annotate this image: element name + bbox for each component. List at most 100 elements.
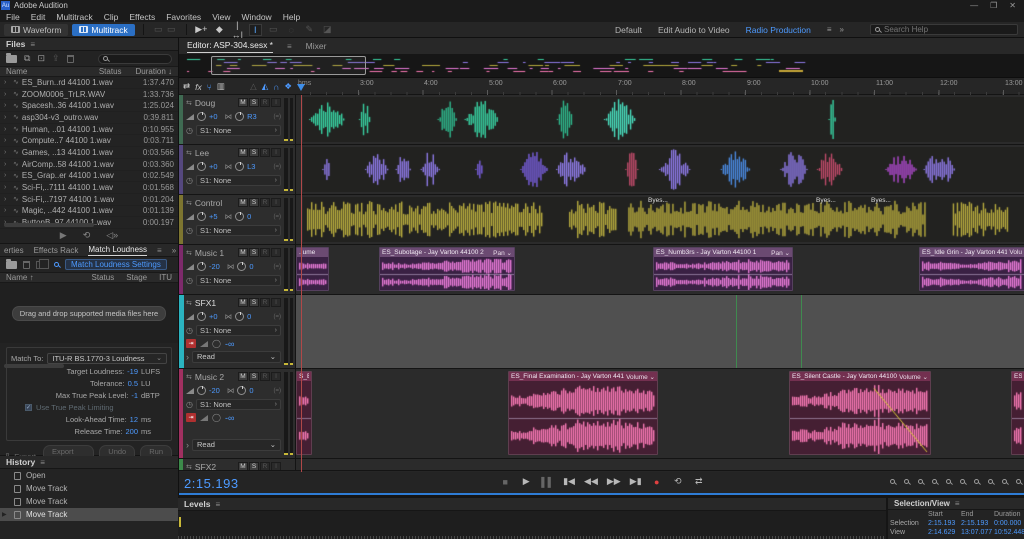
pan-knob[interactable] <box>235 162 244 171</box>
workspace-menu-icon[interactable]: ≡ <box>827 25 832 34</box>
track-i-button[interactable]: I <box>271 298 281 307</box>
rewind-button[interactable]: ◀◀ <box>584 476 598 487</box>
workspace-overflow-icon[interactable]: » <box>840 25 844 34</box>
track-r-button[interactable]: R <box>260 462 270 470</box>
track-i-button[interactable]: I <box>271 148 281 157</box>
clip-envelope-dropdown[interactable]: Volume ⌄ <box>899 373 928 381</box>
preview-play-icon[interactable]: ▶ <box>60 230 67 241</box>
pan-knob[interactable] <box>235 112 244 121</box>
volume-knob[interactable] <box>197 386 206 395</box>
levels-panel-menu-icon[interactable]: ≡ <box>215 500 220 509</box>
volume-knob[interactable] <box>197 112 206 121</box>
audio-clip[interactable]: ES_S.. <box>1011 371 1024 455</box>
ml-drop-zone[interactable]: Drag and drop supported media files here <box>0 283 178 343</box>
sv-end[interactable]: 13:07.077 <box>961 529 994 536</box>
zoom-full-icon[interactable] <box>1016 479 1021 484</box>
session-overview[interactable] <box>179 55 1024 78</box>
track-m-button[interactable]: M <box>238 462 248 470</box>
file-row[interactable]: ›∿Games, ..13 44100 1.wav0:03.566 <box>0 147 178 159</box>
track-s-button[interactable]: S <box>249 248 259 257</box>
expander-icon[interactable]: › <box>186 352 189 362</box>
ml-remove-icon[interactable] <box>23 261 30 269</box>
sv-duration[interactable]: 10:52.448 <box>994 529 1024 536</box>
expand-icon[interactable]: › <box>4 126 10 133</box>
open-file-icon[interactable] <box>6 55 17 63</box>
workspace-edit-audio-to-video[interactable]: Edit Audio to Video <box>658 25 730 35</box>
time-display[interactable]: 2:15.193 <box>184 476 239 491</box>
timeline-ruler[interactable]: 3:004:005:006:007:008:009:0010:0011:0012… <box>296 78 1024 95</box>
track-routing-icon[interactable]: ⑂ <box>207 82 212 92</box>
crossfade-icon[interactable]: ⇄ <box>183 81 190 92</box>
match-loudness-settings-button[interactable]: Match Loudness Settings <box>65 259 167 270</box>
audio-clip[interactable]: ES_Silent Castle - Jay Varton 44100 2Vol… <box>789 371 931 455</box>
menu-item-effects[interactable]: Effects <box>129 12 155 22</box>
expand-icon[interactable]: › <box>4 196 10 203</box>
track-s-button[interactable]: S <box>249 98 259 107</box>
track-m-button[interactable]: M <box>238 148 248 157</box>
track-header[interactable]: ⇆DougMSRI+0⋈R3(=)◷S1: None› <box>179 95 296 144</box>
input-selector[interactable]: S1: None› <box>196 275 281 286</box>
paintbrush-tool[interactable]: ✎ <box>303 24 316 35</box>
audio-clip[interactable]: ES_Idle Grin - Jay Varton 44100 2Volu <box>919 247 1024 291</box>
track-header[interactable]: ⇆ControlMSRI+5⋈0(=)◷S1: None› <box>179 195 296 244</box>
new-item-icon[interactable]: ⊡ <box>37 53 45 64</box>
sv-start[interactable]: 2:14.629 <box>928 529 961 536</box>
track-name[interactable]: Doug <box>195 98 215 108</box>
files-panel-menu-icon[interactable]: ≡ <box>30 40 35 49</box>
tab-erties[interactable]: erties <box>4 246 24 255</box>
workspace-default[interactable]: Default <box>615 25 642 35</box>
workspace-radio-production[interactable]: Radio Production <box>746 25 811 35</box>
preview-loop-icon[interactable]: ⟲ <box>83 230 91 241</box>
metronome-icon[interactable]: △ <box>250 81 257 92</box>
track-name[interactable]: Music 1 <box>195 248 224 258</box>
track-name[interactable]: Music 2 <box>195 372 224 382</box>
track-r-button[interactable]: R <box>260 198 270 207</box>
loop-playback-button[interactable]: ⟲ <box>672 476 684 487</box>
true-peak-checkbox[interactable]: ✓ <box>25 404 32 411</box>
close-button[interactable]: ✕ <box>1009 1 1016 10</box>
razor-tool[interactable]: ◆ <box>213 24 226 35</box>
ml-col-3[interactable]: ITU <box>159 273 172 282</box>
pan-knob[interactable] <box>237 262 246 271</box>
history-item[interactable]: Move Track <box>0 495 178 508</box>
time-selection-tool[interactable]: I <box>249 24 262 36</box>
ml-duplicate-icon[interactable] <box>36 261 44 269</box>
pan-knob[interactable] <box>235 312 244 321</box>
editor-tab[interactable]: Editor: ASP-304.sesx * <box>187 40 273 53</box>
track-i-button[interactable]: I <box>271 372 281 381</box>
fast-forward-button[interactable]: ▶▶ <box>607 476 621 487</box>
clip-envelope-dropdown[interactable]: Volume ⌄ <box>626 373 655 381</box>
track-lane[interactable] <box>296 95 1024 144</box>
track-name[interactable]: Control <box>195 198 222 208</box>
ml-field-value[interactable]: -1 <box>131 391 138 400</box>
clip-effects-icon[interactable]: fx <box>195 82 202 92</box>
track-i-button[interactable]: I <box>271 462 281 470</box>
help-search[interactable] <box>870 24 1018 35</box>
slip-tool[interactable]: |↔| <box>231 20 244 40</box>
track-header[interactable]: ⇆LeeMSRI+0⋈L3(=)◷S1: None› <box>179 145 296 194</box>
track-m-button[interactable]: M <box>238 248 248 257</box>
history-panel-menu-icon[interactable]: ≡ <box>40 458 45 467</box>
track-i-button[interactable]: I <box>271 198 281 207</box>
pan-knob[interactable] <box>235 212 244 221</box>
mixer-tab[interactable]: Mixer <box>306 41 327 51</box>
selection-view-menu-icon[interactable]: ≡ <box>955 499 960 508</box>
monitor-input-icon[interactable]: ∩ <box>273 82 279 92</box>
sv-start[interactable]: 2:15.193 <box>928 520 961 527</box>
ml-col-2[interactable]: Stage <box>126 273 147 282</box>
ml-tab-overflow-icon[interactable]: » <box>172 246 176 255</box>
track-name[interactable]: Lee <box>195 148 209 158</box>
track-s-button[interactable]: S <box>249 462 259 470</box>
play-button[interactable]: ▶ <box>520 476 532 487</box>
track-lane[interactable] <box>296 459 1024 470</box>
track-header[interactable]: ⇆Music 1MSRI-20⋈0(=)◷S1: None› <box>179 245 296 294</box>
track-lane[interactable] <box>296 295 1024 368</box>
expand-icon[interactable]: › <box>4 79 10 86</box>
zoom-reset-icon[interactable] <box>1002 479 1007 484</box>
track-r-button[interactable]: R <box>260 298 270 307</box>
file-row[interactable]: ›∿ES_Grap..er 44100 1.wav0:02.549 <box>0 171 178 183</box>
spot-healing-tool[interactable]: ◪ <box>321 24 334 35</box>
clip-envelope-dropdown[interactable]: Pan ⌄ <box>771 249 790 257</box>
expand-icon[interactable]: › <box>4 91 10 98</box>
zoom-in-amplitude-icon[interactable] <box>918 479 923 484</box>
